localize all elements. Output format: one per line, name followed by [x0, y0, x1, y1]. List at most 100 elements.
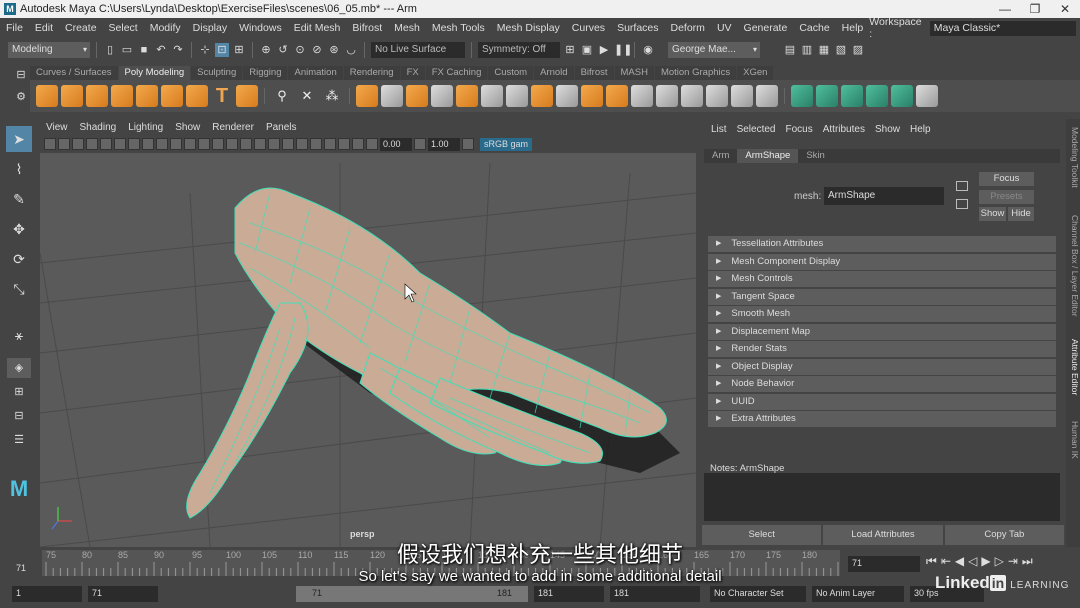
resolution-gate-icon[interactable]: [156, 138, 168, 150]
shelf-tab-curves-surfaces[interactable]: Curves / Surfaces: [30, 66, 118, 80]
undo-icon[interactable]: ↶: [154, 43, 168, 57]
focus-button[interactable]: Focus: [979, 172, 1034, 186]
menu-create[interactable]: Create: [59, 22, 103, 34]
anti-aliasing-icon[interactable]: [338, 138, 350, 150]
collapse-icon[interactable]: [606, 85, 628, 107]
use-all-lights-icon[interactable]: [282, 138, 294, 150]
magnet-icon[interactable]: ◡: [344, 43, 358, 57]
image-plane-icon[interactable]: [86, 138, 98, 150]
paint-select-tool-icon[interactable]: ✎: [6, 186, 32, 212]
shelf-tabs-menu-icon[interactable]: ⊟: [14, 68, 28, 82]
menu-deform[interactable]: Deform: [665, 22, 711, 34]
section-object-display[interactable]: Object Display: [708, 358, 1056, 375]
separate-icon[interactable]: ✕: [296, 85, 318, 107]
viewport-menu-show[interactable]: Show: [169, 122, 206, 133]
side-tab-modeling-toolkit[interactable]: Modeling Toolkit: [1066, 127, 1080, 188]
viewport-menu-lighting[interactable]: Lighting: [122, 122, 169, 133]
bookmark-icon[interactable]: [72, 138, 84, 150]
open-scene-icon[interactable]: ▭: [120, 43, 134, 57]
shelf-tab-fx[interactable]: FX: [400, 66, 425, 80]
spherical-mapping-icon[interactable]: [866, 85, 888, 107]
bevel-icon[interactable]: [431, 85, 453, 107]
section-render-stats[interactable]: Render Stats: [708, 341, 1056, 357]
menu-select[interactable]: Select: [103, 22, 144, 34]
section-smooth-mesh[interactable]: Smooth Mesh: [708, 306, 1056, 322]
lasso-tool-icon[interactable]: ⌇: [6, 156, 32, 182]
automatic-mapping-icon[interactable]: [891, 85, 913, 107]
boolean-icon[interactable]: [356, 85, 378, 107]
viewport-panel[interactable]: View Shading Lighting Show Renderer Pane…: [40, 119, 696, 547]
select-component-icon[interactable]: ⊞: [232, 43, 246, 57]
ambient-occlusion-icon[interactable]: [310, 138, 322, 150]
shelf-tab-poly-modeling[interactable]: Poly Modeling: [118, 66, 191, 80]
shelf-settings-gear-icon[interactable]: ⚙: [14, 90, 28, 104]
mirror-icon[interactable]: [631, 85, 653, 107]
menu-display[interactable]: Display: [187, 22, 233, 34]
film-gate-icon[interactable]: [142, 138, 154, 150]
cylindrical-mapping-icon[interactable]: [841, 85, 863, 107]
grid-toggle-icon[interactable]: [128, 138, 140, 150]
menu-cache[interactable]: Cache: [793, 22, 835, 34]
poly-disc-icon[interactable]: [186, 85, 208, 107]
poly-svg-icon[interactable]: [236, 85, 258, 107]
delete-edge-icon[interactable]: [656, 85, 678, 107]
presets-button[interactable]: Presets: [979, 190, 1034, 204]
shelf-tab-motion-graphics[interactable]: Motion Graphics: [654, 66, 737, 80]
ae-menu-help[interactable]: Help: [905, 124, 936, 135]
menu-generate[interactable]: Generate: [738, 22, 794, 34]
add-divisions-icon[interactable]: [581, 85, 603, 107]
snap-surface-icon[interactable]: ⊛: [327, 43, 341, 57]
animation-end-field[interactable]: 181: [610, 586, 700, 602]
tab-skin[interactable]: Skin: [798, 149, 832, 163]
move-tool-icon[interactable]: ✥: [6, 216, 32, 242]
smooth-icon[interactable]: ⁂: [321, 85, 343, 107]
ae-menu-show[interactable]: Show: [870, 124, 905, 135]
menu-mesh[interactable]: Mesh: [388, 22, 426, 34]
poly-plane-icon[interactable]: [111, 85, 133, 107]
menu-file[interactable]: File: [0, 22, 29, 34]
poly-cube-icon[interactable]: [61, 85, 83, 107]
select-hierarchy-icon[interactable]: ⊹: [198, 43, 212, 57]
side-tab-channel-box[interactable]: Channel Box / Layer Editor: [1066, 215, 1080, 317]
ae-menu-selected[interactable]: Selected: [732, 124, 781, 135]
live-surface-field[interactable]: No Live Surface: [371, 42, 465, 58]
view-transform-field[interactable]: sRGB gam: [480, 137, 533, 151]
poly-torus-icon[interactable]: [136, 85, 158, 107]
character-set-dropdown[interactable]: No Character Set: [710, 586, 806, 602]
ae-menu-attributes[interactable]: Attributes: [818, 124, 870, 135]
motion-blur-icon[interactable]: [324, 138, 336, 150]
poly-type-icon[interactable]: T: [211, 85, 233, 107]
section-node-behavior[interactable]: Node Behavior: [708, 376, 1056, 392]
new-scene-icon[interactable]: ▯: [103, 43, 117, 57]
channel-box-toggle-icon[interactable]: ▤: [783, 43, 797, 57]
shelf-tab-fx-caching[interactable]: FX Caching: [425, 66, 488, 80]
menu-modify[interactable]: Modify: [144, 22, 187, 34]
grease-pencil-icon[interactable]: [114, 138, 126, 150]
smooth-shade-icon[interactable]: [226, 138, 238, 150]
camera-attributes-icon[interactable]: [58, 138, 70, 150]
shelf-tab-rigging[interactable]: Rigging: [243, 66, 288, 80]
playback-start-field[interactable]: 71: [88, 586, 158, 602]
workspace-dropdown[interactable]: Maya Classic*: [929, 20, 1076, 36]
single-perspective-view-icon[interactable]: ◈: [7, 358, 31, 378]
snap-plane-icon[interactable]: ⊘: [310, 43, 324, 57]
field-chart-icon[interactable]: [184, 138, 196, 150]
layer-editor-toggle-icon[interactable]: ▧: [834, 43, 848, 57]
last-tool-icon[interactable]: ⚹: [6, 322, 32, 348]
edit-edge-flow-icon[interactable]: [731, 85, 753, 107]
animation-start-field[interactable]: 1: [12, 586, 82, 602]
checker-icon[interactable]: [916, 85, 938, 107]
shelf-tab-arnold[interactable]: Arnold: [534, 66, 574, 80]
scale-tool-icon[interactable]: ⤡: [6, 276, 32, 302]
ae-menu-focus[interactable]: Focus: [780, 124, 817, 135]
redo-icon[interactable]: ↷: [171, 43, 185, 57]
minimize-button[interactable]: —: [990, 2, 1020, 16]
section-tessellation-attributes[interactable]: Tessellation Attributes: [708, 236, 1056, 252]
show-button[interactable]: Show: [979, 207, 1006, 221]
save-scene-icon[interactable]: ■: [137, 43, 151, 57]
menu-windows[interactable]: Windows: [233, 22, 288, 34]
uv-editor-icon[interactable]: [791, 85, 813, 107]
hide-button[interactable]: Hide: [1008, 207, 1034, 221]
wireframe-on-shaded-icon[interactable]: [240, 138, 252, 150]
bridge-icon[interactable]: [406, 85, 428, 107]
